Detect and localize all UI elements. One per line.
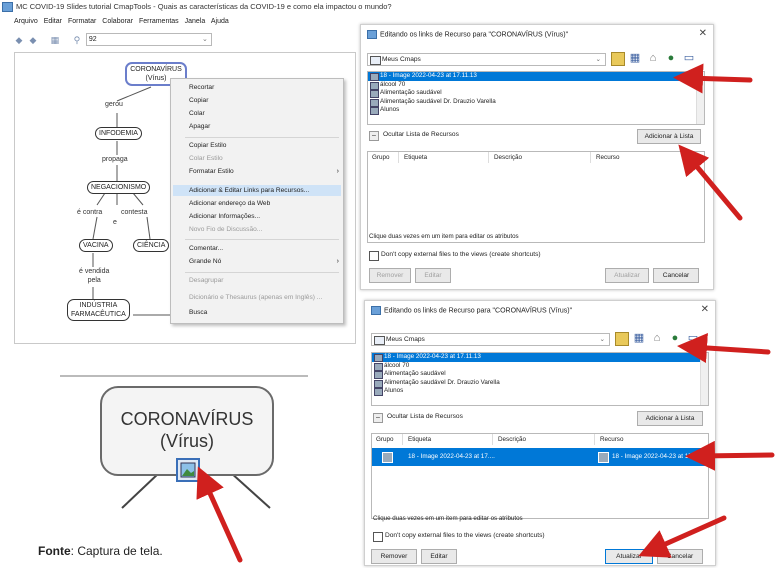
annotation-arrows [196,63,775,563]
arrow-image-icon [196,466,243,563]
arrow-resource-selected [673,63,753,94]
arrow-resource-selected-2 [677,333,771,363]
arrow-add-to-list [678,144,743,221]
arrow-update-button [638,515,727,558]
arrow-table-row [685,440,775,471]
